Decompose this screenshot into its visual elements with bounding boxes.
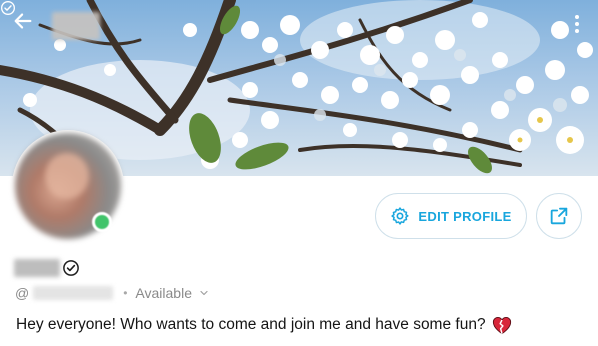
edit-profile-button[interactable]: EDIT PROFILE [375, 193, 527, 239]
bio-emoji [491, 315, 513, 335]
separator-dot: • [123, 286, 128, 300]
broken-heart-icon [492, 316, 511, 335]
more-options-button[interactable] [566, 10, 588, 38]
display-name-blurred [14, 259, 60, 277]
handle-status-row: @ • Available [15, 284, 210, 302]
availability-status[interactable]: Available [135, 285, 192, 301]
status-dropdown-toggle[interactable] [198, 287, 210, 299]
back-button[interactable] [12, 10, 40, 38]
chevron-down-icon [200, 290, 208, 296]
online-status-indicator [92, 212, 112, 232]
share-icon [550, 207, 568, 225]
edit-profile-label: EDIT PROFILE [418, 208, 512, 224]
gear-icon [391, 207, 409, 225]
handle-blurred [33, 286, 114, 300]
top-bar [0, 0, 598, 46]
verified-check-icon [63, 260, 79, 276]
header-name-blurred [52, 12, 100, 40]
handle-prefix: @ [15, 285, 30, 301]
share-profile-button[interactable] [536, 193, 582, 239]
bio-text: Hey everyone! Who wants to come and join… [16, 316, 486, 333]
verified-check-icon [1, 1, 15, 15]
profile-bio: Hey everyone! Who wants to come and join… [16, 314, 586, 336]
more-vertical-icon [575, 15, 579, 19]
